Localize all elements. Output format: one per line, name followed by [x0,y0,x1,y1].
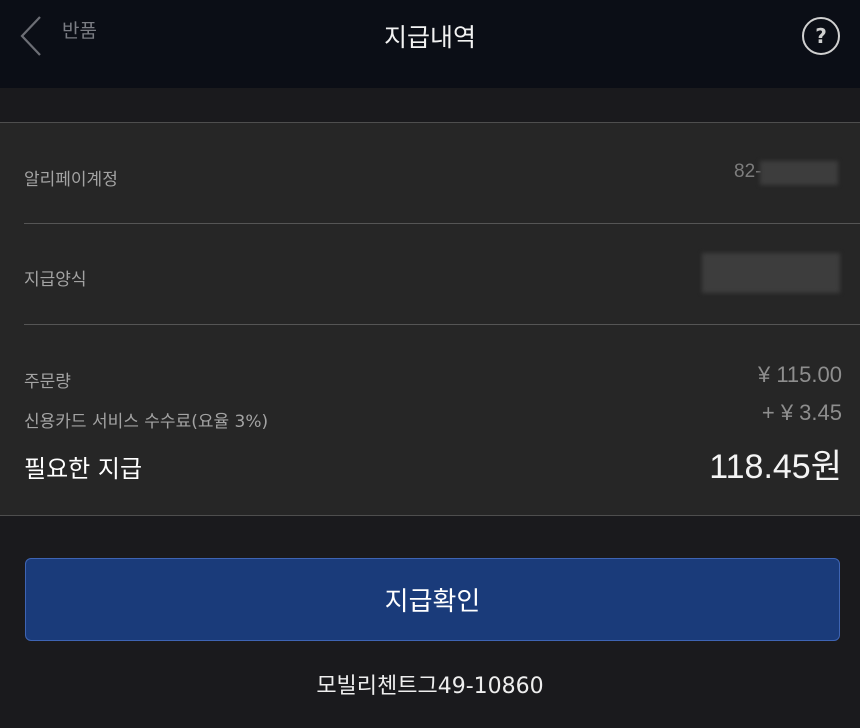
order-amount-value: ¥ 115.00 [757,362,842,387]
payment-details-panel: 알리페이계정 82- 지급양식 주문량 ¥ 115.00 신용카드 서비스 수수… [0,122,860,516]
payment-method-label: 지급양식 [24,270,87,290]
required-payment-value: 118.45원 [709,448,842,486]
top-bar: 반품 지급내역 ? [0,0,860,88]
divider [24,223,860,224]
confirm-payment-button[interactable]: 지급확인 [25,558,840,641]
card-fee-value: + ¥ 3.45 [761,400,842,425]
page-title: 지급내역 [383,23,476,52]
account-value-redacted [760,161,838,185]
divider [24,324,860,325]
order-amount-label: 주문량 [24,372,71,392]
question-circle-icon: ? [815,24,827,48]
account-value: 82- [734,161,762,182]
account-label: 알리페이계정 [24,170,118,190]
payment-method-redacted [702,253,840,293]
merchant-footer: 모빌리첸트그49-10860 [316,674,544,699]
card-fee-label: 신용카드 서비스 수수료(요율 3%) [24,412,269,432]
required-payment-label: 필요한 지급 [24,455,143,483]
help-button[interactable]: ? [802,17,840,55]
spacer [0,88,860,122]
